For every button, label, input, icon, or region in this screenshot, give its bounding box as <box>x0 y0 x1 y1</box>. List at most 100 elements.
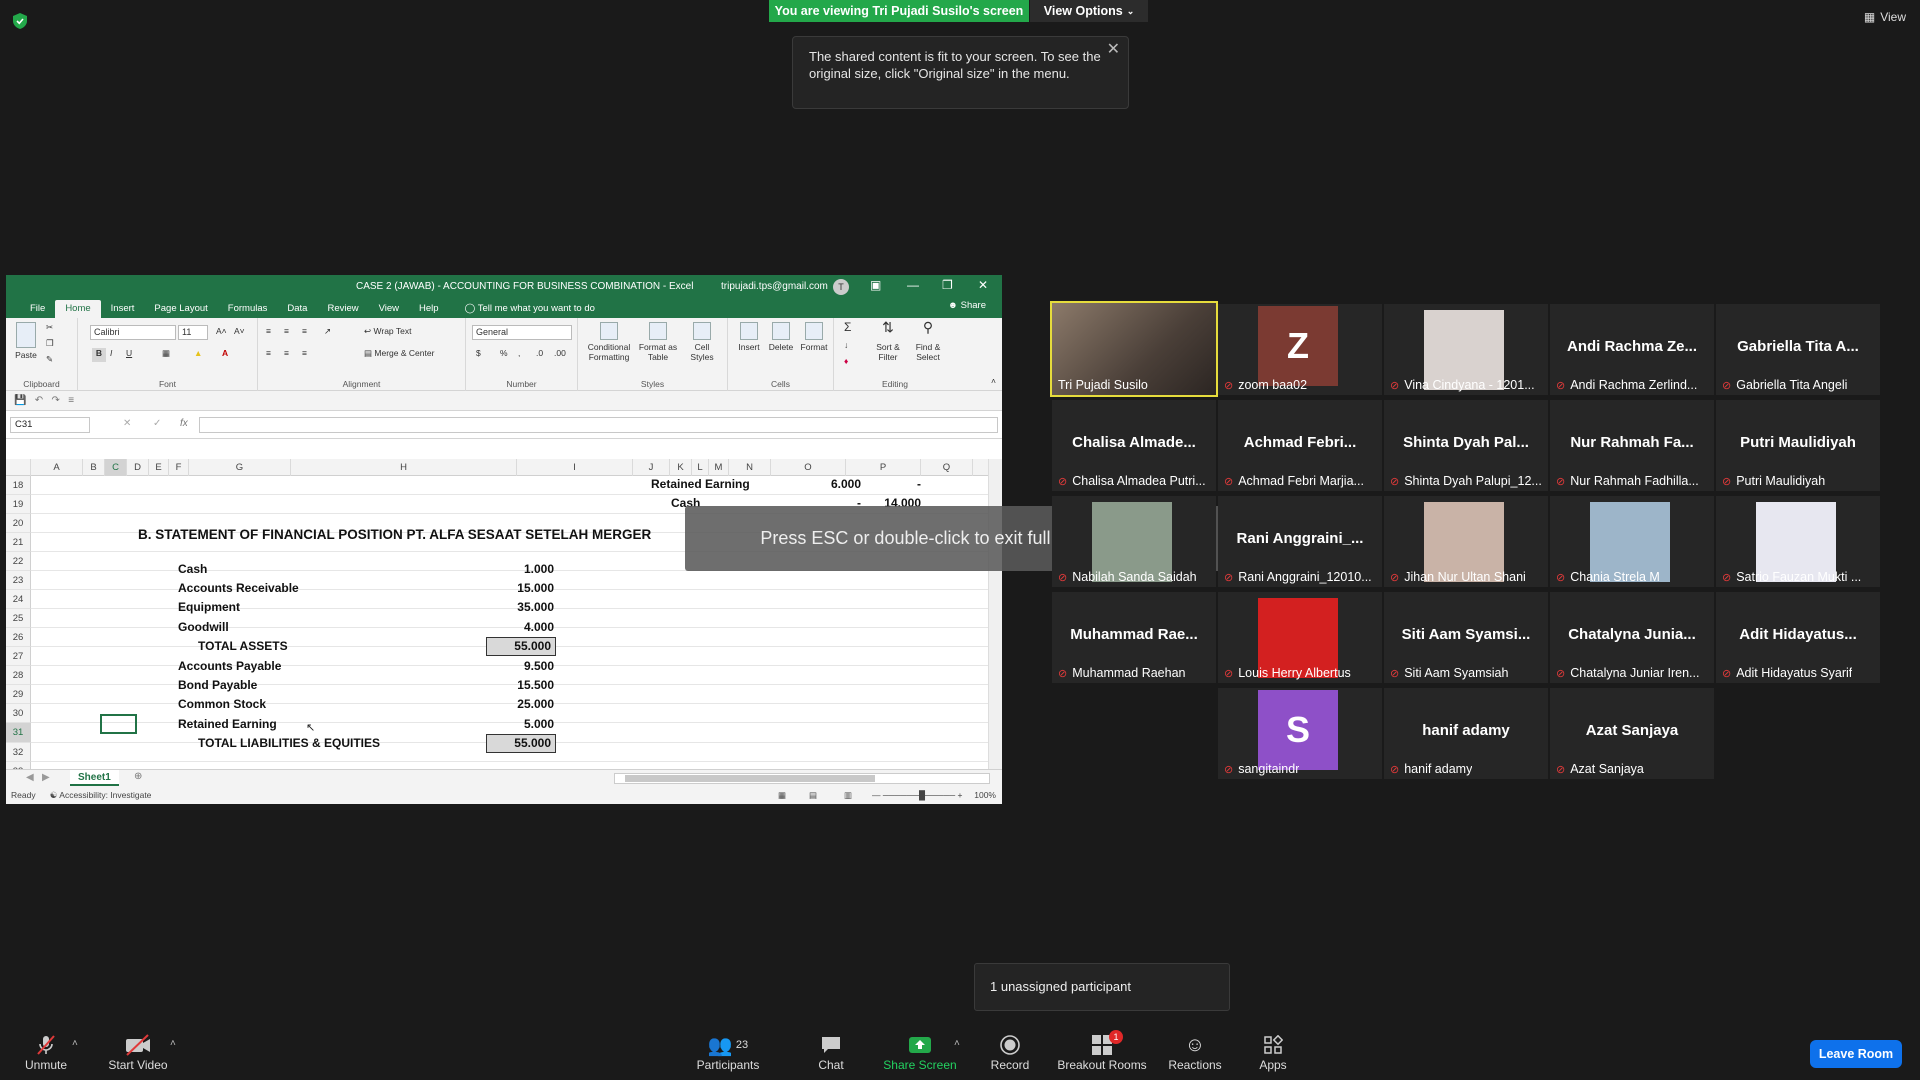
underline-icon[interactable]: U <box>126 348 132 358</box>
add-sheet-icon[interactable]: ⊕ <box>134 771 142 782</box>
cell-value-accounts-receivable[interactable]: 15.000 <box>490 581 554 595</box>
row-header-21[interactable]: 21 <box>6 533 31 552</box>
horizontal-scrollbar[interactable] <box>614 773 990 784</box>
participant-tile[interactable]: Achmad Febri... ⊘ Achmad Febri Marjia... <box>1218 400 1382 491</box>
cancel-icon[interactable]: ✕ <box>123 418 131 429</box>
column-header-g[interactable]: G <box>189 459 291 476</box>
cell-label-retained-earning[interactable]: Retained Earning <box>178 717 277 731</box>
delete-cells-button[interactable]: Delete <box>766 322 796 352</box>
column-header-j[interactable]: J <box>633 459 670 476</box>
cell-n18[interactable]: Retained Earning <box>651 477 750 491</box>
unmute-button[interactable]: Unmute <box>18 1032 74 1072</box>
participant-tile[interactable]: Z ⊘ zoom baa02 <box>1218 304 1382 395</box>
apps-button[interactable]: Apps <box>1254 1032 1292 1072</box>
decrease-decimal-icon[interactable]: .00 <box>554 348 566 358</box>
row-header-22[interactable]: 22 <box>6 552 31 571</box>
participant-tile[interactable]: Chatalyna Junia... ⊘ Chatalyna Juniar Iren… <box>1550 592 1714 683</box>
row-header-25[interactable]: 25 <box>6 609 31 628</box>
row-header-33[interactable]: 33 <box>6 762 31 769</box>
column-header-p[interactable]: P <box>846 459 921 476</box>
audio-options-caret-icon[interactable]: ˄ <box>72 1038 78 1049</box>
orientation-icon[interactable]: ↗ <box>324 326 331 336</box>
share-button[interactable]: ☻ Share <box>948 300 986 311</box>
conditional-formatting-button[interactable]: Conditional Formatting <box>584 322 634 362</box>
participant-tile[interactable]: Nur Rahmah Fa... ⊘ Nur Rahmah Fadhilla... <box>1550 400 1714 491</box>
column-header-b[interactable]: B <box>83 459 105 476</box>
breakout-rooms-button[interactable]: 1 Breakout Rooms <box>1054 1030 1150 1072</box>
find-select-button[interactable]: ⚲ Find & Select <box>910 320 946 362</box>
middle-align-icon[interactable]: ≡ <box>284 326 289 336</box>
redo-icon[interactable]: ↷ <box>52 395 60 406</box>
statement-heading[interactable]: B. STATEMENT OF FINANCIAL POSITION PT. A… <box>138 527 651 542</box>
column-header-k[interactable]: K <box>670 459 692 476</box>
zoom-slider[interactable]: — ──────█───── + <box>872 787 962 804</box>
enter-icon[interactable]: ✓ <box>153 418 161 429</box>
column-header-i[interactable]: I <box>517 459 633 476</box>
column-header-d[interactable]: D <box>127 459 149 476</box>
column-header-q[interactable]: Q <box>921 459 973 476</box>
reactions-button[interactable]: ☺ Reactions <box>1166 1032 1224 1073</box>
share-screen-button[interactable]: Share Screen <box>880 1032 960 1072</box>
tab-data[interactable]: Data <box>277 300 317 318</box>
font-name-select[interactable]: Calibri <box>90 325 176 340</box>
chat-button[interactable]: Chat <box>806 1032 856 1072</box>
cell-label-accounts-receivable[interactable]: Accounts Receivable <box>178 581 299 595</box>
cell-label-total-liabilities-equities[interactable]: TOTAL LIABILITIES & EQUITIES <box>198 736 380 750</box>
collapse-ribbon-icon[interactable]: ˄ <box>991 376 996 386</box>
top-align-icon[interactable]: ≡ <box>266 326 271 336</box>
comma-icon[interactable]: , <box>518 348 520 358</box>
participant-tile[interactable]: Siti Aam Syamsi... ⊘ Siti Aam Syamsiah <box>1384 592 1548 683</box>
cell-styles-button[interactable]: Cell Styles <box>682 322 722 362</box>
share-options-caret-icon[interactable]: ˄ <box>954 1038 960 1049</box>
column-header-f[interactable]: F <box>169 459 189 476</box>
font-color-icon[interactable]: A <box>222 348 228 358</box>
participant-tile[interactable]: Tri Pujadi Susilo <box>1050 301 1218 397</box>
next-sheet-icon[interactable]: ▶ <box>42 772 50 783</box>
clear-icon[interactable]: ♦ <box>844 356 848 366</box>
account-avatar[interactable]: T <box>833 279 849 295</box>
close-icon[interactable]: ✕ <box>1107 41 1120 58</box>
tab-view[interactable]: View <box>369 300 409 318</box>
participant-tile[interactable]: ⊘ Jihan Nur Ultan Shani <box>1384 496 1548 587</box>
participant-tile[interactable]: Muhammad Rae... ⊘ Muhammad Raehan <box>1052 592 1216 683</box>
increase-decimal-icon[interactable]: .0 <box>536 348 543 358</box>
row-header-31[interactable]: 31 <box>6 723 31 743</box>
leave-room-button[interactable]: Leave Room <box>1810 1040 1902 1068</box>
tab-home[interactable]: Home <box>55 300 101 318</box>
cell-label-total-assets[interactable]: TOTAL ASSETS <box>198 639 288 653</box>
close-window-icon[interactable]: ✕ <box>978 278 988 292</box>
ribbon-display-icon[interactable]: ▣ <box>870 278 881 292</box>
row-header-26[interactable]: 26 <box>6 628 31 647</box>
minimize-icon[interactable]: — <box>907 278 919 292</box>
borders-icon[interactable]: ▦ <box>162 348 170 358</box>
tab-formulas[interactable]: Formulas <box>218 300 278 318</box>
participant-tile[interactable]: S ⊘ sangitaindr <box>1218 688 1382 779</box>
cell-value-total-liabilities-equities[interactable]: 55.000 <box>486 734 556 753</box>
fill-icon[interactable]: ↓ <box>844 340 848 350</box>
cell-value-cash[interactable]: 1.000 <box>490 562 554 576</box>
participant-tile[interactable]: hanif adamy ⊘ hanif adamy <box>1384 688 1548 779</box>
cell-label-goodwill[interactable]: Goodwill <box>178 620 229 634</box>
cell-label-cash[interactable]: Cash <box>178 562 207 576</box>
record-button[interactable]: Record <box>984 1032 1036 1072</box>
scroll-thumb[interactable] <box>625 775 875 782</box>
insert-cells-button[interactable]: Insert <box>734 322 764 352</box>
participant-tile[interactable]: ⊘ Nabilah Sanda Saidah <box>1052 496 1216 587</box>
row-header-32[interactable]: 32 <box>6 743 31 762</box>
align-left-icon[interactable]: ≡ <box>266 348 271 358</box>
insert-function-icon[interactable]: fx <box>180 418 188 429</box>
participant-tile[interactable]: ⊘ Chania Strela M <box>1550 496 1714 587</box>
participant-tile[interactable]: ⊘ Vina Cindyana - 1201... <box>1384 304 1548 395</box>
tell-me-search[interactable]: ◯ Tell me what you want to do <box>449 300 595 318</box>
cell-label-bond-payable[interactable]: Bond Payable <box>178 678 257 692</box>
font-size-select[interactable]: 11 <box>178 325 208 340</box>
format-cells-button[interactable]: Format <box>798 322 830 352</box>
name-box[interactable]: C31 <box>10 417 90 433</box>
start-video-button[interactable]: Start Video <box>104 1032 172 1072</box>
fill-color-icon[interactable]: ▲ <box>194 348 202 358</box>
number-format-select[interactable]: General <box>472 325 572 340</box>
cell-value-equipment[interactable]: 35.000 <box>490 600 554 614</box>
page-break-view-icon[interactable]: ▥ <box>844 787 852 804</box>
participant-tile[interactable]: Rani Anggraini_... ⊘ Rani Anggraini_12010.… <box>1218 496 1382 587</box>
bold-icon[interactable]: B <box>92 348 106 362</box>
